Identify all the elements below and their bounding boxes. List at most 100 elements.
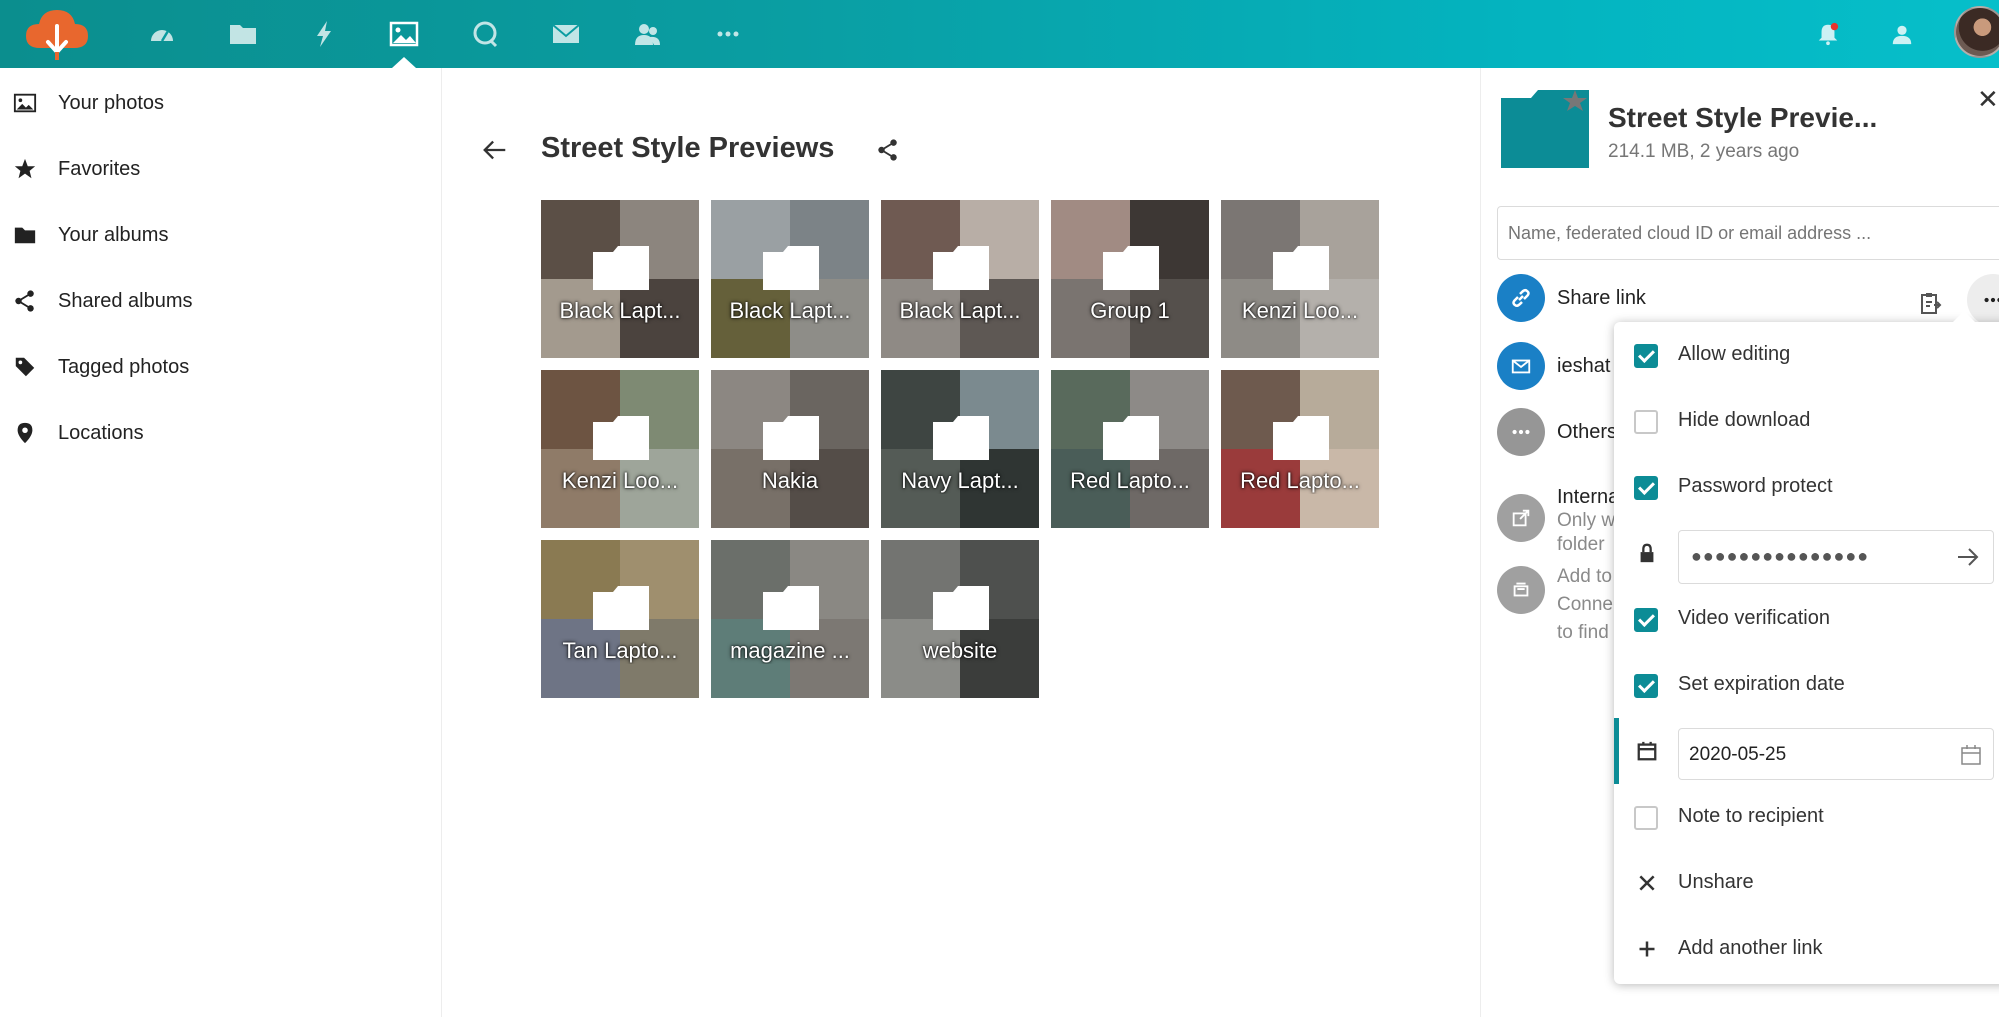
album-title: Street Style Previews xyxy=(541,132,835,164)
menu-item-hide-download[interactable]: Hide download xyxy=(1614,388,1999,454)
mail-icon xyxy=(1497,342,1545,390)
expiration-date-row: 2020-05-25 xyxy=(1614,718,1999,784)
folder-name: Navy Lapt... xyxy=(901,468,1019,493)
add-to-project-line: to find xyxy=(1557,622,1609,643)
nav-item-tagged-photos[interactable]: Tagged photos xyxy=(0,334,442,400)
menu-item-allow-editing[interactable]: Allow editing xyxy=(1614,322,1999,388)
user-avatar[interactable] xyxy=(1954,6,1999,58)
calendar-icon xyxy=(1634,738,1660,764)
nav-item-shared-albums[interactable]: Shared albums xyxy=(0,268,442,334)
nextcloud-logo-icon[interactable] xyxy=(22,4,92,62)
plus-icon xyxy=(1634,936,1660,962)
folder-icon[interactable] xyxy=(219,10,267,58)
menu-item-note-to-recipient[interactable]: Note to recipient xyxy=(1614,784,1999,850)
image-icon xyxy=(12,90,38,116)
internal-link-desc-line: folder xyxy=(1557,534,1605,555)
sidebar-subtitle: 214.1 MB, 2 years ago xyxy=(1608,141,1800,162)
menu-item-add-another-link[interactable]: Add another link xyxy=(1614,916,1999,982)
internal-link-title: Interna xyxy=(1557,486,1620,508)
share-search-input[interactable] xyxy=(1497,206,1999,260)
folder-icon xyxy=(763,586,819,630)
nav-item-locations[interactable]: Locations xyxy=(0,400,442,466)
hide-download-checkbox[interactable] xyxy=(1634,410,1658,434)
video-verification-checkbox[interactable] xyxy=(1634,608,1658,632)
folder-tile[interactable]: Nakia xyxy=(711,370,869,528)
add-to-project-line: Conne xyxy=(1557,594,1613,615)
folder-tile[interactable]: website xyxy=(881,540,1039,698)
mail-icon[interactable] xyxy=(542,10,590,58)
folder-tile[interactable]: Navy Lapt... xyxy=(881,370,1039,528)
folder-tile[interactable]: Kenzi Loo... xyxy=(1221,200,1379,358)
close-icon[interactable]: ✕ xyxy=(1977,86,1999,112)
contacts-menu-icon[interactable] xyxy=(1882,14,1922,54)
expiration-date-input[interactable]: 2020-05-25 xyxy=(1678,728,1994,780)
folder-icon xyxy=(763,246,819,290)
folder-tile[interactable]: Group 1 xyxy=(1051,200,1209,358)
folder-tile[interactable]: Red Lapto... xyxy=(1051,370,1209,528)
folder-tile[interactable]: magazine ... xyxy=(711,540,869,698)
folder-tile[interactable]: Kenzi Loo... xyxy=(541,370,699,528)
tag-icon xyxy=(12,354,38,380)
folder-icon xyxy=(1103,416,1159,460)
folder-tile[interactable]: Black Lapt... xyxy=(541,200,699,358)
nav-item-your-albums[interactable]: Your albums xyxy=(0,202,442,268)
close-icon xyxy=(1634,870,1660,896)
folder-icon xyxy=(593,416,649,460)
menu-item-label: Note to recipient xyxy=(1678,805,1824,827)
contacts-icon[interactable] xyxy=(623,10,671,58)
folder-icon xyxy=(1273,416,1329,460)
folder-tile[interactable]: Red Lapto... xyxy=(1221,370,1379,528)
arrow-right-icon[interactable] xyxy=(1953,542,1983,572)
set-expiration-date-checkbox[interactable] xyxy=(1634,674,1658,698)
image-icon[interactable] xyxy=(380,10,428,58)
folder-name: Red Lapto... xyxy=(1240,468,1360,493)
menu-item-set-expiration-date[interactable]: Set expiration date xyxy=(1614,652,1999,718)
folder-name: Red Lapto... xyxy=(1070,468,1190,493)
notifications-bell-icon[interactable] xyxy=(1808,14,1848,54)
nav-item-your-photos[interactable]: Your photos xyxy=(0,70,442,136)
share-link-label: Share link xyxy=(1557,287,1646,309)
more-apps-icon[interactable] xyxy=(704,10,752,58)
folder-tile[interactable]: Tan Lapto... xyxy=(541,540,699,698)
folder-icon xyxy=(1501,90,1589,168)
calendar-picker-icon[interactable] xyxy=(1957,741,1985,769)
external-link-icon xyxy=(1497,494,1545,542)
folder-icon xyxy=(933,416,989,460)
password-protect-checkbox[interactable] xyxy=(1634,476,1658,500)
share-icon[interactable] xyxy=(868,130,908,170)
menu-item-label: Allow editing xyxy=(1678,343,1791,365)
clipboard-icon[interactable] xyxy=(1915,288,1945,318)
allow-editing-checkbox[interactable] xyxy=(1634,344,1658,368)
note-to-recipient-checkbox[interactable] xyxy=(1634,806,1658,830)
folder-tile[interactable]: Black Lapt... xyxy=(881,200,1039,358)
folder-name: Group 1 xyxy=(1090,298,1170,323)
sidebar-title: Street Style Previe... xyxy=(1608,102,1878,133)
left-navigation: Your photos Favorites Your albums Shared… xyxy=(0,68,442,1017)
password-mask: ●●●●●●●●●●●●●●● xyxy=(1691,546,1870,566)
internal-link-desc-line: Only w xyxy=(1557,510,1616,531)
menu-item-password-protect[interactable]: Password protect xyxy=(1614,454,1999,520)
chat-icon[interactable] xyxy=(461,10,509,58)
lock-icon xyxy=(1634,540,1660,566)
main-content: Street Style Previews Black Lapt... Blac… xyxy=(443,68,1480,1017)
nav-item-label: Locations xyxy=(58,421,144,444)
lightning-icon[interactable] xyxy=(300,10,348,58)
dashboard-icon[interactable] xyxy=(138,10,186,58)
active-app-indicator xyxy=(392,57,416,68)
active-row-indicator xyxy=(1614,718,1619,784)
password-input[interactable]: ●●●●●●●●●●●●●●● xyxy=(1678,530,1994,584)
folder-name: website xyxy=(922,638,998,663)
menu-item-label: Set expiration date xyxy=(1678,673,1845,695)
top-header xyxy=(0,0,1999,68)
menu-item-label: Unshare xyxy=(1678,871,1754,893)
nav-item-label: Favorites xyxy=(58,157,141,180)
menu-item-unshare[interactable]: Unshare xyxy=(1614,850,1999,916)
folder-name: Black Lapt... xyxy=(899,298,1021,323)
menu-item-label: Password protect xyxy=(1678,475,1833,497)
nav-item-label: Shared albums xyxy=(58,289,193,312)
back-arrow-icon[interactable] xyxy=(475,130,515,170)
nav-item-favorites[interactable]: Favorites xyxy=(0,136,442,202)
folder-name: Kenzi Loo... xyxy=(1241,298,1359,323)
folder-tile[interactable]: Black Lapt... xyxy=(711,200,869,358)
menu-item-video-verification[interactable]: Video verification xyxy=(1614,586,1999,652)
